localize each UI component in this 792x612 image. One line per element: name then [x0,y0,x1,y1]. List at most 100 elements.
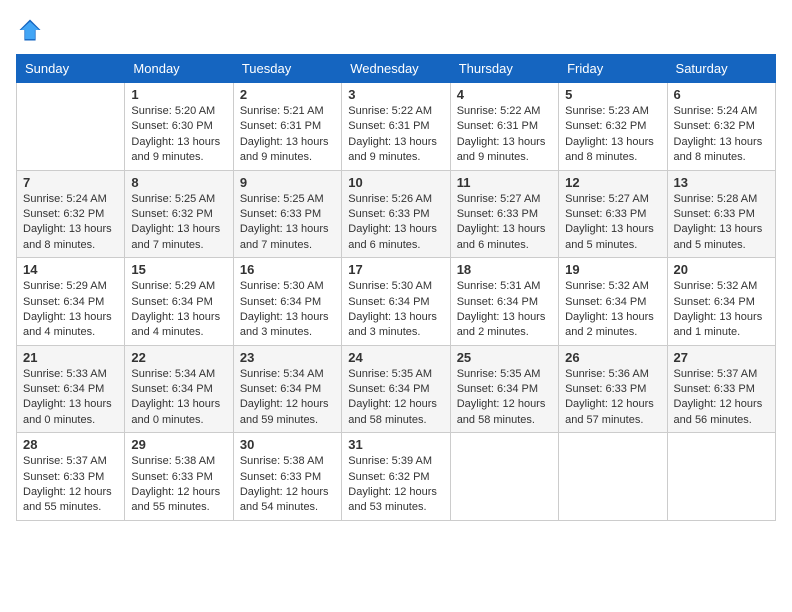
day-info: Sunrise: 5:23 AM Sunset: 6:32 PM Dayligh… [565,104,660,166]
day-number: 22 [131,350,226,365]
calendar-cell [559,433,667,521]
calendar-cell: 22 Sunrise: 5:34 AM Sunset: 6:34 PM Dayli… [125,345,233,433]
calendar-cell: 8 Sunrise: 5:25 AM Sunset: 6:32 PM Daylig… [125,170,233,258]
day-number: 4 [457,87,552,102]
logo-icon [16,16,44,44]
day-number: 12 [565,175,660,190]
calendar-cell: 13 Sunrise: 5:28 AM Sunset: 6:33 PM Dayli… [667,170,775,258]
calendar-cell: 30 Sunrise: 5:38 AM Sunset: 6:33 PM Dayli… [233,433,341,521]
day-number: 24 [348,350,443,365]
calendar-cell: 27Sunrise: 5:37 AM Sunset: 6:33 PM Dayli… [667,345,775,433]
weekday-header: Wednesday [342,55,450,83]
calendar-week-row: 28 Sunrise: 5:37 AM Sunset: 6:33 PM Dayli… [17,433,776,521]
calendar-cell [17,83,125,171]
day-number: 14 [23,262,118,277]
day-number: 23 [240,350,335,365]
day-info: Sunrise: 5:20 AM Sunset: 6:30 PM Dayligh… [131,104,226,166]
day-number: 28 [23,437,118,452]
day-number: 1 [131,87,226,102]
day-number: 2 [240,87,335,102]
day-number: 10 [348,175,443,190]
day-number: 8 [131,175,226,190]
calendar-cell: 24 Sunrise: 5:35 AM Sunset: 6:34 PM Dayli… [342,345,450,433]
calendar-cell: 21 Sunrise: 5:33 AM Sunset: 6:34 PM Dayli… [17,345,125,433]
day-info: Sunrise: 5:24 AM Sunset: 6:32 PM Dayligh… [674,104,769,166]
day-info: Sunrise: 5:30 AM Sunset: 6:34 PM Dayligh… [348,279,443,341]
calendar-cell: 28 Sunrise: 5:37 AM Sunset: 6:33 PM Dayli… [17,433,125,521]
calendar-cell [450,433,558,521]
calendar-cell: 15Sunrise: 5:29 AM Sunset: 6:34 PM Dayli… [125,258,233,346]
day-info: Sunrise: 5:29 AM Sunset: 6:34 PM Dayligh… [23,279,118,341]
calendar-header-row: SundayMondayTuesdayWednesdayThursdayFrid… [17,55,776,83]
calendar-cell: 7Sunrise: 5:24 AM Sunset: 6:32 PM Daylig… [17,170,125,258]
day-info: Sunrise: 5:32 AM Sunset: 6:34 PM Dayligh… [565,279,660,341]
calendar-cell: 12 Sunrise: 5:27 AM Sunset: 6:33 PM Dayli… [559,170,667,258]
calendar-cell: 19 Sunrise: 5:32 AM Sunset: 6:34 PM Dayli… [559,258,667,346]
day-info: Sunrise: 5:35 AM Sunset: 6:34 PM Dayligh… [348,367,443,429]
calendar-cell: 2Sunrise: 5:21 AM Sunset: 6:31 PM Daylig… [233,83,341,171]
day-info: Sunrise: 5:25 AM Sunset: 6:32 PM Dayligh… [131,192,226,254]
calendar-cell: 6 Sunrise: 5:24 AM Sunset: 6:32 PM Daylig… [667,83,775,171]
day-number: 16 [240,262,335,277]
day-number: 13 [674,175,769,190]
calendar-cell: 14 Sunrise: 5:29 AM Sunset: 6:34 PM Dayli… [17,258,125,346]
weekday-header: Friday [559,55,667,83]
day-info: Sunrise: 5:34 AM Sunset: 6:34 PM Dayligh… [131,367,226,429]
calendar-cell: 10 Sunrise: 5:26 AM Sunset: 6:33 PM Dayli… [342,170,450,258]
day-number: 20 [674,262,769,277]
calendar-cell: 9 Sunrise: 5:25 AM Sunset: 6:33 PM Daylig… [233,170,341,258]
calendar-cell: 17 Sunrise: 5:30 AM Sunset: 6:34 PM Dayli… [342,258,450,346]
day-info: Sunrise: 5:34 AM Sunset: 6:34 PM Dayligh… [240,367,335,429]
calendar-cell [667,433,775,521]
weekday-header: Sunday [17,55,125,83]
day-number: 30 [240,437,335,452]
calendar-cell: 18 Sunrise: 5:31 AM Sunset: 6:34 PM Dayli… [450,258,558,346]
day-number: 7 [23,175,118,190]
day-info: Sunrise: 5:32 AM Sunset: 6:34 PM Dayligh… [674,279,769,341]
day-number: 19 [565,262,660,277]
day-number: 27 [674,350,769,365]
calendar-cell: 23 Sunrise: 5:34 AM Sunset: 6:34 PM Dayli… [233,345,341,433]
weekday-header: Monday [125,55,233,83]
day-number: 11 [457,175,552,190]
day-number: 21 [23,350,118,365]
day-info: Sunrise: 5:38 AM Sunset: 6:33 PM Dayligh… [240,454,335,516]
calendar-cell: 5Sunrise: 5:23 AM Sunset: 6:32 PM Daylig… [559,83,667,171]
calendar-cell: 1 Sunrise: 5:20 AM Sunset: 6:30 PM Daylig… [125,83,233,171]
day-info: Sunrise: 5:25 AM Sunset: 6:33 PM Dayligh… [240,192,335,254]
calendar-week-row: 14 Sunrise: 5:29 AM Sunset: 6:34 PM Dayli… [17,258,776,346]
day-info: Sunrise: 5:22 AM Sunset: 6:31 PM Dayligh… [348,104,443,166]
calendar-cell: 20 Sunrise: 5:32 AM Sunset: 6:34 PM Dayli… [667,258,775,346]
day-info: Sunrise: 5:36 AM Sunset: 6:33 PM Dayligh… [565,367,660,429]
calendar-cell: 26 Sunrise: 5:36 AM Sunset: 6:33 PM Dayli… [559,345,667,433]
calendar-table: SundayMondayTuesdayWednesdayThursdayFrid… [16,54,776,521]
logo [16,16,48,44]
day-number: 25 [457,350,552,365]
day-number: 15 [131,262,226,277]
page-header [16,16,776,44]
day-info: Sunrise: 5:28 AM Sunset: 6:33 PM Dayligh… [674,192,769,254]
day-info: Sunrise: 5:33 AM Sunset: 6:34 PM Dayligh… [23,367,118,429]
day-info: Sunrise: 5:37 AM Sunset: 6:33 PM Dayligh… [23,454,118,516]
day-number: 17 [348,262,443,277]
calendar-cell: 31Sunrise: 5:39 AM Sunset: 6:32 PM Dayli… [342,433,450,521]
day-info: Sunrise: 5:22 AM Sunset: 6:31 PM Dayligh… [457,104,552,166]
day-number: 9 [240,175,335,190]
day-number: 18 [457,262,552,277]
weekday-header: Saturday [667,55,775,83]
day-info: Sunrise: 5:35 AM Sunset: 6:34 PM Dayligh… [457,367,552,429]
day-number: 26 [565,350,660,365]
weekday-header: Tuesday [233,55,341,83]
day-number: 3 [348,87,443,102]
day-info: Sunrise: 5:27 AM Sunset: 6:33 PM Dayligh… [457,192,552,254]
calendar-cell: 25 Sunrise: 5:35 AM Sunset: 6:34 PM Dayli… [450,345,558,433]
day-info: Sunrise: 5:31 AM Sunset: 6:34 PM Dayligh… [457,279,552,341]
day-info: Sunrise: 5:39 AM Sunset: 6:32 PM Dayligh… [348,454,443,516]
day-info: Sunrise: 5:26 AM Sunset: 6:33 PM Dayligh… [348,192,443,254]
calendar-week-row: 21 Sunrise: 5:33 AM Sunset: 6:34 PM Dayli… [17,345,776,433]
calendar-week-row: 7Sunrise: 5:24 AM Sunset: 6:32 PM Daylig… [17,170,776,258]
day-info: Sunrise: 5:27 AM Sunset: 6:33 PM Dayligh… [565,192,660,254]
day-number: 29 [131,437,226,452]
day-number: 6 [674,87,769,102]
weekday-header: Thursday [450,55,558,83]
